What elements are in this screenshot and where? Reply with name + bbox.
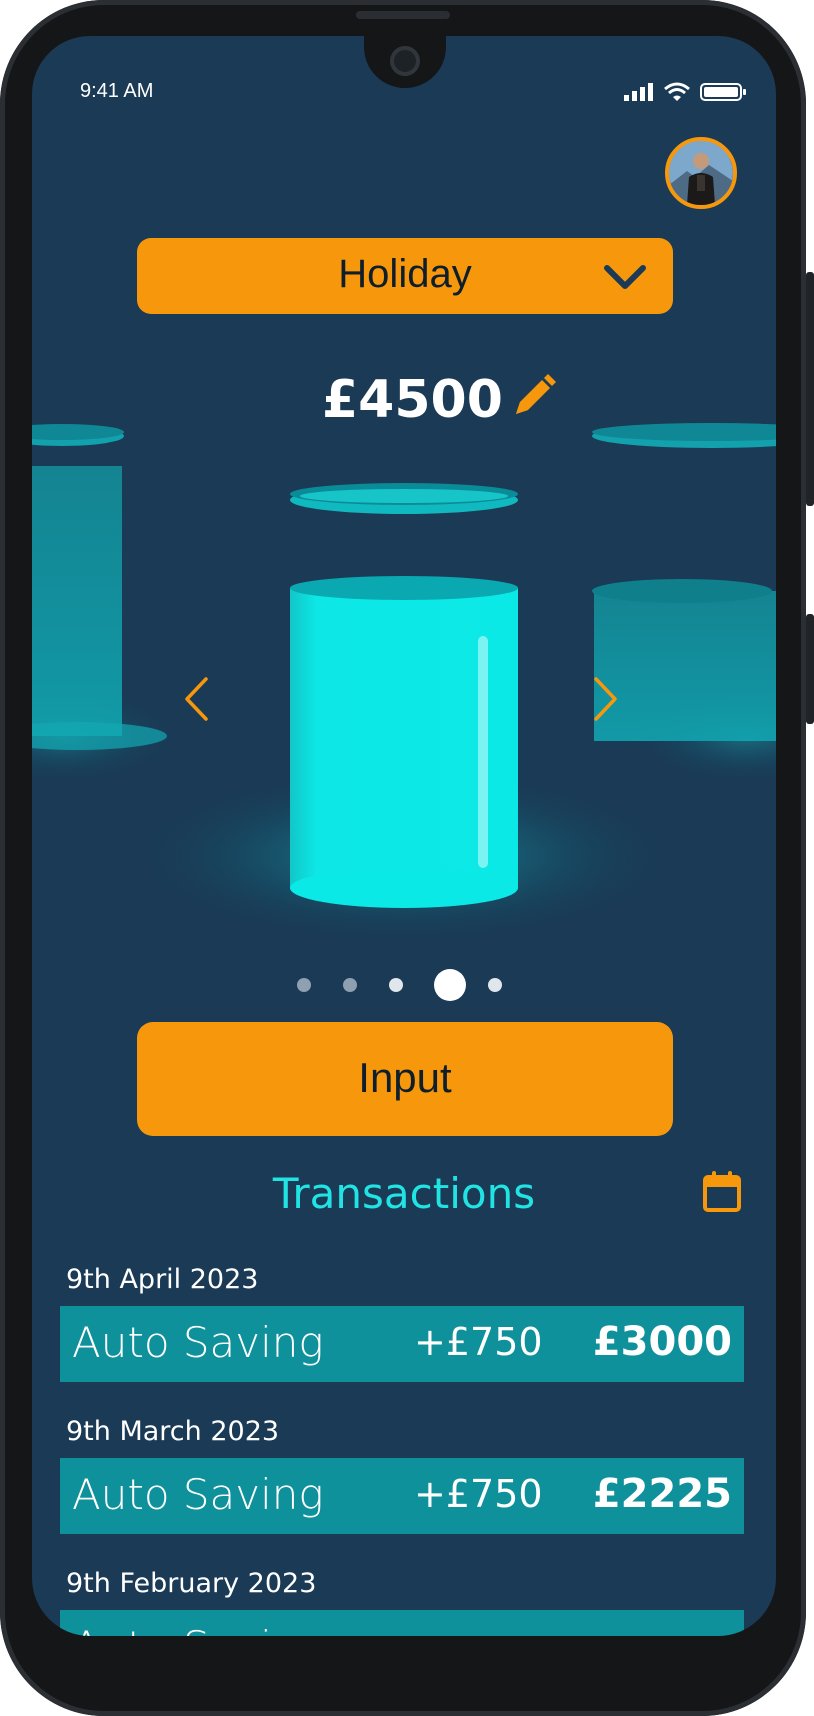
chevron-down-icon [604, 265, 646, 289]
transactions-title: Transactions [272, 1169, 536, 1218]
chevron-right-icon[interactable] [592, 676, 620, 722]
transaction-total: £2225 [592, 1471, 732, 1517]
app-screen: 9:41 AM Holiday £4500 Input Transactions… [32, 36, 776, 1636]
speaker-grille [356, 11, 450, 19]
camera-notch [364, 36, 446, 88]
savings-jar-carousel[interactable] [32, 376, 776, 936]
page-dot[interactable] [343, 978, 357, 992]
volume-button [806, 272, 814, 506]
power-button [806, 614, 814, 724]
transaction-row[interactable]: Auto Saving [60, 1610, 744, 1636]
page-dot[interactable] [488, 978, 502, 992]
input-button[interactable]: Input [137, 1022, 673, 1136]
chevron-left-icon[interactable] [182, 676, 210, 722]
avatar-photo [669, 141, 733, 205]
transaction-name: Auto Saving [72, 1470, 324, 1519]
transaction-date: 9th February 2023 [66, 1568, 317, 1599]
status-time: 9:41 AM [80, 80, 154, 102]
signal-icon [624, 83, 653, 101]
phone-frame: 9:41 AM Holiday £4500 Input Transactions… [0, 0, 814, 1716]
transaction-row[interactable]: Auto Saving +£750 £2225 [60, 1458, 744, 1534]
transaction-delta: +£750 [414, 1320, 543, 1364]
goal-dropdown[interactable]: Holiday [137, 238, 673, 314]
carousel-page-indicator [32, 965, 776, 1005]
jar-illustration [32, 423, 776, 936]
transaction-row[interactable]: Auto Saving +£750 £3000 [60, 1306, 744, 1382]
transaction-total: £3000 [592, 1319, 732, 1365]
battery-icon [700, 83, 746, 101]
page-dot-active[interactable] [434, 969, 466, 1001]
input-button-label: Input [358, 1054, 452, 1101]
avatar[interactable] [665, 137, 737, 209]
front-camera [390, 46, 420, 76]
status-icons [624, 82, 746, 102]
wifi-icon [664, 82, 690, 101]
page-dot[interactable] [389, 978, 403, 992]
transaction-name: Auto Saving [72, 1622, 324, 1636]
goal-dropdown-label: Holiday [338, 252, 472, 296]
transaction-delta: +£750 [414, 1472, 543, 1516]
transaction-date: 9th March 2023 [66, 1416, 280, 1447]
transaction-name: Auto Saving [72, 1318, 324, 1367]
calendar-icon[interactable] [702, 1170, 742, 1214]
page-dot[interactable] [297, 978, 311, 992]
transaction-date: 9th April 2023 [66, 1264, 259, 1295]
